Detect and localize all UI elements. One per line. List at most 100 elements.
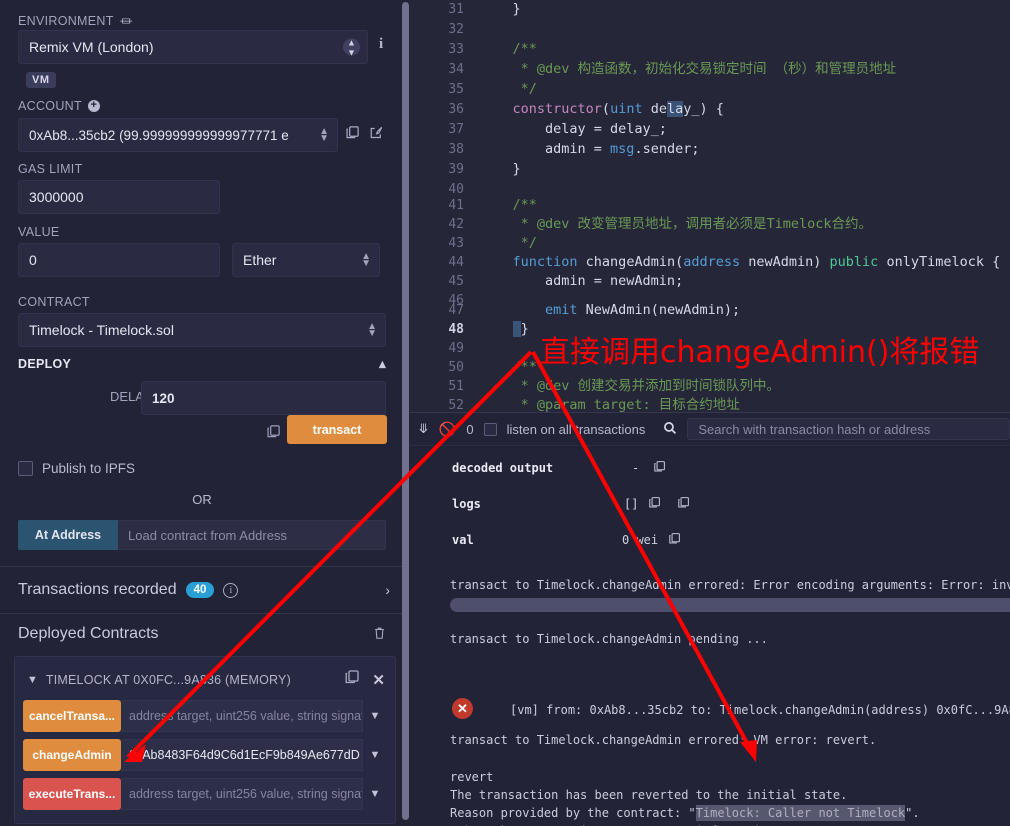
close-icon[interactable]: ✕ xyxy=(372,671,385,689)
line-number: 45 xyxy=(448,274,464,289)
chevron-down-icon[interactable]: ▼ xyxy=(27,674,38,686)
code-text: * @dev 改变管理员地址，调用者必须是Timelock合约。 xyxy=(480,216,873,232)
trash-icon[interactable] xyxy=(373,626,386,643)
plus-circle-icon[interactable]: + xyxy=(87,100,100,112)
contract-function-row: changeAdmin 0xAb8483F64d9C6d1EcF9b849Ae6… xyxy=(23,739,387,771)
deploy-section-header[interactable]: DEPLOY ▴ xyxy=(18,356,386,372)
transact-button[interactable]: transact xyxy=(287,415,387,444)
chevron-down-icon[interactable]: ▼ xyxy=(363,739,387,771)
decoded-output-row: decoded output - xyxy=(452,460,666,476)
publish-to-ipfs-row[interactable]: Publish to IPFS xyxy=(18,461,135,476)
copy-icon[interactable] xyxy=(648,496,661,512)
val-value: 0 wei xyxy=(622,533,659,547)
copy-icon[interactable] xyxy=(345,125,360,145)
code-text: * @dev 构造函数，初始化交易锁定时间 （秒）和管理员地址 xyxy=(480,61,897,77)
decoded-output-key: decoded output xyxy=(452,461,554,475)
code-text: * @param target: 目标合约地址 xyxy=(480,397,740,412)
copy-icon[interactable] xyxy=(344,669,360,690)
code-text: /** xyxy=(480,41,537,57)
code-text: } xyxy=(480,161,521,177)
deployed-contracts-header: Deployed Contracts xyxy=(0,625,404,643)
code-text: emit NewAdmin(newAdmin); xyxy=(545,302,741,318)
code-text: /** xyxy=(480,359,537,375)
copy-icon[interactable] xyxy=(266,424,281,444)
account-label-text: ACCOUNT xyxy=(18,99,82,113)
from-value: 0xAb8...35cb2 xyxy=(589,703,684,717)
chevrons-down-icon[interactable]: ⤋ xyxy=(418,421,429,437)
log-line-reverted-state: The transaction has been reverted to the… xyxy=(450,788,848,802)
value-input[interactable]: 0 xyxy=(18,243,220,277)
right-pane: 31 } 32 33 /** 34 * @dev 构造函数，初始化交易锁定时间 … xyxy=(410,0,1010,826)
reason-text: Timelock: Caller not Timelock xyxy=(695,805,906,821)
line-number: 49 xyxy=(448,341,464,356)
line-number: 42 xyxy=(448,217,464,232)
line-number: 44 xyxy=(448,255,464,270)
function-input-executeTransaction[interactable]: address target, uint256 value, string si… xyxy=(121,778,363,810)
copy-icon[interactable] xyxy=(668,532,681,548)
copy-icon[interactable] xyxy=(653,460,666,476)
ban-icon[interactable]: 🚫 xyxy=(439,421,456,438)
at-address-button[interactable]: At Address xyxy=(18,520,118,550)
function-input-cancelTransaction[interactable]: address target, uint256 value, string si… xyxy=(121,700,363,732)
value-unit-select[interactable]: Ether ▲ ▼ xyxy=(232,243,380,277)
environment-select[interactable]: Remix VM (London) ▲ ▼ xyxy=(18,30,368,64)
function-input-changeAdmin[interactable]: 0xAb8483F64d9C6d1EcF9b849Ae677dD xyxy=(121,739,363,771)
info-icon[interactable]: i xyxy=(379,36,383,53)
chevron-up-icon[interactable]: ▴ xyxy=(379,356,386,372)
logs-key: logs xyxy=(452,497,481,511)
decoded-output-value: - xyxy=(632,461,640,475)
code-text: * @dev 创建交易并添加到时间锁队列中。 xyxy=(480,378,781,394)
transactions-recorded-count: 40 xyxy=(185,582,215,598)
function-button-executeTransaction[interactable]: executeTrans... xyxy=(23,778,121,810)
transaction-search-input[interactable]: Search with transaction hash or address xyxy=(687,418,1010,440)
to-key: to: xyxy=(690,703,713,717)
line-number: 32 xyxy=(448,22,464,37)
code-text: } xyxy=(480,320,529,340)
log-line-reason: Reason provided by the contract: "Timelo… xyxy=(450,805,920,821)
value-unit-text: Ether xyxy=(243,252,277,268)
environment-label-text: ENVIRONMENT xyxy=(18,13,114,28)
line-number: 35 xyxy=(448,82,464,97)
edit-icon[interactable] xyxy=(369,125,384,145)
info-icon[interactable]: i xyxy=(223,582,239,598)
deployed-contract-title: TIMELOCK AT 0X0FC...9A836 (MEMORY) xyxy=(45,672,291,687)
contract-select[interactable]: Timelock - Timelock.sol ▲ ▼ xyxy=(18,313,386,347)
copy-icon[interactable] xyxy=(677,496,690,512)
error-icon: ✕ xyxy=(452,698,473,719)
function-button-changeAdmin[interactable]: changeAdmin xyxy=(23,739,121,771)
line-number: 41 xyxy=(448,198,464,213)
terminal-output: decoded output - logs [] val 0 wei trans… xyxy=(410,446,1010,826)
search-icon xyxy=(663,421,677,438)
listen-on-all-transactions-checkbox[interactable] xyxy=(483,422,497,436)
line-number: 52 xyxy=(448,398,464,412)
log-line-pending: transact to Timelock.changeAdmin pending… xyxy=(450,632,768,646)
deployed-contract-header[interactable]: ▼ TIMELOCK AT 0X0FC...9A836 (MEMORY) ✕ xyxy=(15,665,395,700)
panel-scrollbar[interactable] xyxy=(402,2,409,820)
chevron-down-icon[interactable]: ▼ xyxy=(363,700,387,732)
code-text: */ xyxy=(480,81,537,97)
annotation-text: 直接调用changeAdmin()将报错 xyxy=(540,335,980,370)
gas-limit-input[interactable]: 3000000 xyxy=(18,180,220,214)
code-text: delay = delay_; xyxy=(480,121,667,137)
val-key: val xyxy=(452,533,474,547)
line-number: 38 xyxy=(448,142,464,157)
line-number: 39 xyxy=(448,162,464,177)
function-button-cancelTransaction[interactable]: cancelTransa... xyxy=(23,700,121,732)
log-line-encoding-error: transact to Timelock.changeAdmin errored… xyxy=(450,578,1010,592)
transactions-recorded-row[interactable]: Transactions recorded 40 i › xyxy=(0,566,404,614)
deploy-title: DEPLOY xyxy=(18,357,72,371)
chevron-right-icon[interactable]: › xyxy=(385,582,390,598)
deployed-contracts-title: Deployed Contracts xyxy=(18,625,159,642)
contract-function-row: executeTrans... address target, uint256 … xyxy=(23,778,387,810)
publish-to-ipfs-checkbox[interactable] xyxy=(18,461,33,476)
log-line-vm-revert: transact to Timelock.changeAdmin errored… xyxy=(450,733,877,747)
delay-param-input[interactable]: 120 xyxy=(141,381,386,415)
line-number: 34 xyxy=(448,62,464,77)
at-address-input[interactable]: Load contract from Address xyxy=(118,520,386,550)
line-number: 36 xyxy=(448,102,464,117)
chevron-down-icon[interactable]: ▼ xyxy=(363,778,387,810)
account-select[interactable]: 0xAb8...35cb2 (99.999999999999977771 e ▲… xyxy=(18,118,338,152)
terminal-pending-count: 0 xyxy=(466,421,474,437)
value-label: VALUE xyxy=(18,225,60,239)
line-number: 33 xyxy=(448,42,464,57)
